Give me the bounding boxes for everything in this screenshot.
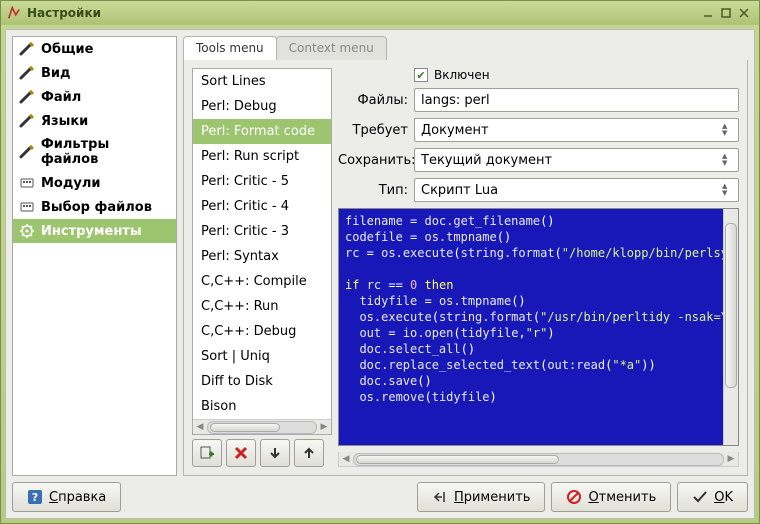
tools-hscroll[interactable]: ◀ ▶ (193, 419, 331, 434)
sidebar-item-label: Файл (41, 90, 81, 105)
tool-item-13[interactable]: Bison (193, 394, 331, 419)
files-label: Файлы: (338, 93, 408, 108)
tool-item-11[interactable]: Sort | Uniq (193, 344, 331, 369)
pref-fileselect-icon (19, 199, 35, 215)
pref-tools-icon (19, 223, 35, 239)
script-hscroll[interactable]: ◀ ▶ (338, 452, 739, 467)
cancel-icon (566, 489, 582, 505)
sidebar-item-6[interactable]: Выбор файлов (13, 195, 176, 219)
tool-item-0[interactable]: Sort Lines (193, 69, 331, 94)
files-input[interactable]: langs: perl (414, 88, 739, 112)
tool-item-4[interactable]: Perl: Critic - 5 (193, 169, 331, 194)
sidebar-item-1[interactable]: Вид (13, 61, 176, 85)
app-icon (7, 6, 21, 20)
sidebar-item-label: Языки (41, 114, 88, 129)
titlebar: Настройки (1, 1, 759, 25)
move-up-button[interactable] (294, 439, 324, 467)
tools-list: Sort LinesPerl: DebugPerl: Format codePe… (192, 68, 332, 435)
tab-0[interactable]: Tools menu (183, 36, 277, 60)
pref-langs-icon (19, 113, 35, 129)
maximize-button[interactable] (717, 4, 735, 22)
tool-item-10[interactable]: C,C++: Debug (193, 319, 331, 344)
pref-view-icon (19, 65, 35, 81)
tab-1[interactable]: Context menu (276, 36, 387, 60)
apply-icon (432, 489, 448, 505)
add-tool-button[interactable] (192, 439, 222, 467)
sidebar-item-label: Фильтры файлов (41, 137, 170, 167)
close-button[interactable] (735, 4, 753, 22)
tool-item-9[interactable]: C,C++: Run (193, 294, 331, 319)
move-down-button[interactable] (260, 439, 290, 467)
type-combo[interactable]: Скрипт Lua ▲▼ (414, 178, 739, 202)
ok-button[interactable]: OK (677, 482, 748, 512)
sidebar-item-label: Инструменты (41, 224, 142, 239)
sidebar-item-2[interactable]: Файл (13, 85, 176, 109)
minimize-button[interactable] (699, 4, 717, 22)
sidebar-item-label: Общие (41, 42, 93, 57)
tool-item-7[interactable]: Perl: Syntax (193, 244, 331, 269)
tool-item-6[interactable]: Perl: Critic - 3 (193, 219, 331, 244)
settings-window: Настройки Общие Вид Файл Языки Фильтры файло… (0, 0, 760, 524)
pref-file-icon (19, 89, 35, 105)
chevron-updown-icon: ▲▼ (722, 181, 736, 199)
window-title: Настройки (27, 6, 101, 20)
sidebar: Общие Вид Файл Языки Фильтры файлов Модули Выб… (12, 36, 177, 476)
pref-filters-icon (19, 144, 35, 160)
cancel-button[interactable]: Отменить (551, 482, 671, 512)
tool-item-2[interactable]: Perl: Format code (193, 119, 331, 144)
sidebar-item-7[interactable]: Инструменты (13, 219, 176, 243)
tool-item-3[interactable]: Perl: Run script (193, 144, 331, 169)
delete-tool-button[interactable] (226, 439, 256, 467)
chevron-updown-icon: ▲▼ (722, 151, 736, 169)
tool-item-1[interactable]: Perl: Debug (193, 94, 331, 119)
enabled-label: Включен (434, 68, 490, 82)
apply-button[interactable]: Применить (417, 482, 545, 512)
tool-item-5[interactable]: Perl: Critic - 4 (193, 194, 331, 219)
sidebar-item-0[interactable]: Общие (13, 37, 176, 61)
sidebar-item-3[interactable]: Языки (13, 109, 176, 133)
save-combo[interactable]: Текущий документ ▲▼ (414, 148, 739, 172)
tabs: Tools menuContext menu (183, 36, 748, 60)
sidebar-item-label: Вид (41, 66, 71, 81)
sidebar-item-5[interactable]: Модули (13, 171, 176, 195)
requires-label: Требует (338, 123, 408, 138)
tool-item-12[interactable]: Diff to Disk (193, 369, 331, 394)
enabled-checkbox[interactable]: ✔ (414, 68, 428, 82)
sidebar-item-4[interactable]: Фильтры файлов (13, 133, 176, 171)
help-button[interactable]: ? Справка (12, 482, 121, 512)
requires-combo[interactable]: Документ ▲▼ (414, 118, 739, 142)
type-label: Тип: (338, 183, 408, 198)
script-vscroll[interactable] (723, 209, 738, 445)
pref-general-icon (19, 41, 35, 57)
script-editor: filename = doc.get_filename() codefile =… (338, 208, 739, 446)
tool-item-8[interactable]: C,C++: Compile (193, 269, 331, 294)
ok-icon (692, 489, 708, 505)
chevron-updown-icon: ▲▼ (722, 121, 736, 139)
sidebar-item-label: Выбор файлов (41, 200, 152, 215)
pref-modules-icon (19, 175, 35, 191)
svg-text:?: ? (32, 491, 38, 504)
help-icon: ? (27, 489, 43, 505)
save-label: Сохранить: (338, 153, 408, 168)
sidebar-item-label: Модули (41, 176, 100, 191)
